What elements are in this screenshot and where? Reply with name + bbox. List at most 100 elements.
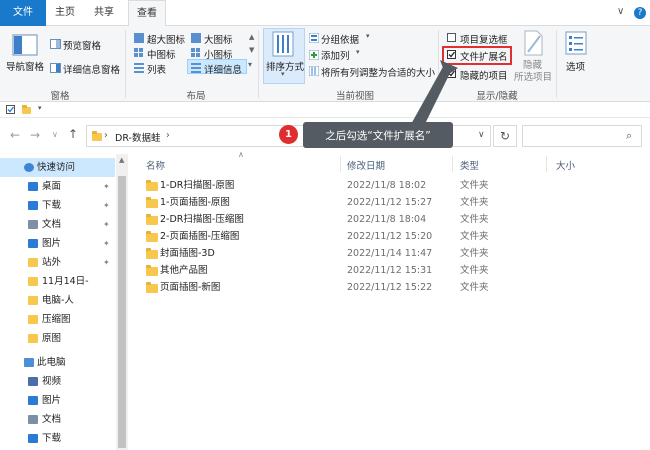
qat-checkbox-icon[interactable] bbox=[6, 105, 15, 117]
divider bbox=[556, 30, 557, 98]
divider[interactable] bbox=[340, 156, 341, 172]
sidebar-item[interactable]: 视频 bbox=[0, 372, 115, 391]
recent-chevron-icon[interactable]: ∨ bbox=[52, 130, 58, 139]
layout-expand-icon[interactable]: ▾ bbox=[248, 60, 252, 69]
pin-icon[interactable]: ✦ bbox=[103, 253, 110, 272]
sidebar-item[interactable]: 快速访问 bbox=[0, 158, 115, 177]
address-path[interactable]: DR-数据蛙 bbox=[115, 130, 160, 144]
pin-icon[interactable]: ✦ bbox=[103, 177, 110, 196]
search-icon[interactable]: ⌕ bbox=[626, 129, 632, 143]
options-button[interactable]: 选项 bbox=[566, 59, 585, 73]
tab-share[interactable]: 共享 bbox=[84, 0, 124, 26]
quick-access-toolbar bbox=[0, 102, 650, 118]
table-row[interactable]: 2-页面插图-压缩图 2022/11/12 15:20 文件夹 bbox=[140, 228, 520, 245]
column-header-size[interactable]: 大小 bbox=[556, 158, 575, 172]
breadcrumb-chevron-icon[interactable]: › bbox=[166, 130, 170, 141]
file-name: 2-DR扫描图-压缩图 bbox=[160, 214, 244, 225]
item-checkboxes-label: 项目复选框 bbox=[460, 35, 508, 46]
scroll-up-icon[interactable]: ▲ bbox=[119, 156, 124, 164]
table-row[interactable]: 页面插图-新图 2022/11/12 15:22 文件夹 bbox=[140, 279, 520, 296]
sidebar-item-label: 电脑-人 bbox=[42, 295, 74, 306]
table-row[interactable]: 2-DR扫描图-压缩图 2022/11/8 18:04 文件夹 bbox=[140, 211, 520, 228]
back-arrow-icon[interactable]: ← bbox=[10, 128, 20, 142]
layout-scroll-down-icon[interactable]: ▼ bbox=[249, 46, 254, 54]
pin-icon[interactable]: ✦ bbox=[103, 234, 110, 253]
layout-medium[interactable]: 中图标 bbox=[147, 47, 176, 61]
sidebar-item-label: 文档 bbox=[42, 414, 62, 425]
table-row[interactable]: 1-页面插图-原图 2022/11/12 15:27 文件夹 bbox=[140, 194, 520, 211]
file-modified: 2022/11/12 15:20 bbox=[347, 231, 433, 242]
folder-icon bbox=[28, 296, 38, 305]
layout-large[interactable]: 大图标 bbox=[204, 32, 233, 46]
up-arrow-icon[interactable]: ↑ bbox=[68, 127, 78, 141]
folder-icon bbox=[146, 214, 158, 225]
sidebar-item-label: 下载 bbox=[42, 433, 62, 444]
picture-icon bbox=[28, 396, 38, 405]
list-icon bbox=[134, 63, 144, 76]
table-row[interactable]: 其他产品图 2022/11/12 15:31 文件夹 bbox=[140, 262, 520, 279]
document-icon bbox=[28, 220, 38, 229]
nav-pane-icon[interactable] bbox=[12, 34, 38, 59]
nav-scroll-thumb[interactable] bbox=[118, 176, 126, 448]
item-checkboxes-checkbox[interactable] bbox=[447, 33, 456, 45]
folder-icon bbox=[146, 180, 158, 191]
sidebar-item[interactable]: 原图 bbox=[0, 329, 115, 348]
help-icon[interactable]: ? bbox=[634, 7, 646, 19]
details-pane-button[interactable]: 详细信息窗格 bbox=[63, 62, 120, 76]
folder-icon bbox=[28, 334, 38, 343]
address-dropdown-icon[interactable]: ∨ bbox=[478, 130, 485, 140]
sidebar-item[interactable]: 下载 bbox=[0, 429, 115, 448]
add-column-button[interactable]: 添加列 bbox=[321, 48, 350, 62]
callout-arrow-icon bbox=[410, 60, 458, 130]
qat-folder-icon[interactable] bbox=[22, 105, 31, 114]
sidebar-item[interactable]: 压缩图 bbox=[0, 310, 115, 329]
sidebar-item[interactable]: 电脑-人 bbox=[0, 291, 115, 310]
folder-icon bbox=[28, 258, 38, 267]
sidebar-item[interactable]: 文档 bbox=[0, 410, 115, 429]
tab-home[interactable]: 主页 bbox=[46, 0, 84, 26]
tab-file[interactable]: 文件 bbox=[0, 0, 46, 26]
folder-icon bbox=[146, 265, 158, 276]
download-icon bbox=[28, 201, 38, 210]
column-header-modified[interactable]: 修改日期 bbox=[347, 158, 385, 172]
divider[interactable] bbox=[452, 156, 453, 172]
sidebar-item[interactable]: 图片 bbox=[0, 391, 115, 410]
layout-scroll-up-icon[interactable]: ▲ bbox=[249, 33, 254, 41]
nav-pane-button[interactable]: 导航窗格 bbox=[6, 59, 44, 73]
search-input[interactable] bbox=[522, 125, 642, 147]
column-header-type[interactable]: 类型 bbox=[460, 158, 479, 172]
medium-icons-icon bbox=[134, 48, 144, 61]
collapse-ribbon-icon[interactable]: ∨ bbox=[617, 6, 624, 17]
sidebar-item[interactable]: 11月14日- bbox=[0, 272, 115, 291]
table-row[interactable]: 1-DR扫描图-原图 2022/11/8 18:02 文件夹 bbox=[140, 177, 520, 194]
sidebar-item[interactable]: 此电脑 bbox=[0, 353, 115, 372]
sidebar-item-label: 图片 bbox=[42, 395, 62, 406]
divider[interactable] bbox=[546, 156, 547, 172]
chevron-down-icon: ▾ bbox=[281, 70, 285, 78]
sidebar-item[interactable]: 文档 ✦ bbox=[0, 215, 115, 234]
column-header-name[interactable]: 名称 bbox=[146, 158, 165, 172]
refresh-icon[interactable]: ↻ bbox=[493, 125, 517, 147]
sidebar-item[interactable]: 下载 ✦ bbox=[0, 196, 115, 215]
group-by-button[interactable]: 分组依据 bbox=[321, 32, 359, 46]
file-modified: 2022/11/12 15:27 bbox=[347, 197, 433, 208]
forward-arrow-icon[interactable]: → bbox=[30, 128, 40, 142]
ribbon-tab-bar: 文件 主页 共享 查看 ∨ ? bbox=[0, 0, 650, 27]
folder-icon bbox=[28, 315, 38, 324]
file-type: 文件夹 bbox=[460, 282, 489, 293]
layout-details[interactable]: 详细信息 bbox=[204, 62, 242, 76]
qat-dropdown-icon[interactable]: ▾ bbox=[38, 104, 42, 112]
chevron-down-icon: ▾ bbox=[356, 48, 360, 56]
sidebar-item[interactable]: 站外 ✦ bbox=[0, 253, 115, 272]
pin-icon[interactable]: ✦ bbox=[103, 196, 110, 215]
layout-extra-large[interactable]: 超大图标 bbox=[147, 32, 185, 46]
layout-list[interactable]: 列表 bbox=[147, 62, 166, 76]
sidebar-item[interactable]: 桌面 ✦ bbox=[0, 177, 115, 196]
pin-icon[interactable]: ✦ bbox=[103, 215, 110, 234]
preview-pane-button[interactable]: 预览窗格 bbox=[63, 38, 101, 52]
show-hide-group-label: 显示/隐藏 bbox=[476, 91, 518, 102]
extra-large-icons-icon bbox=[134, 33, 144, 46]
sidebar-item[interactable]: 图片 ✦ bbox=[0, 234, 115, 253]
table-row[interactable]: 封面插图-3D 2022/11/14 11:47 文件夹 bbox=[140, 245, 520, 262]
tab-view[interactable]: 查看 bbox=[128, 0, 166, 27]
